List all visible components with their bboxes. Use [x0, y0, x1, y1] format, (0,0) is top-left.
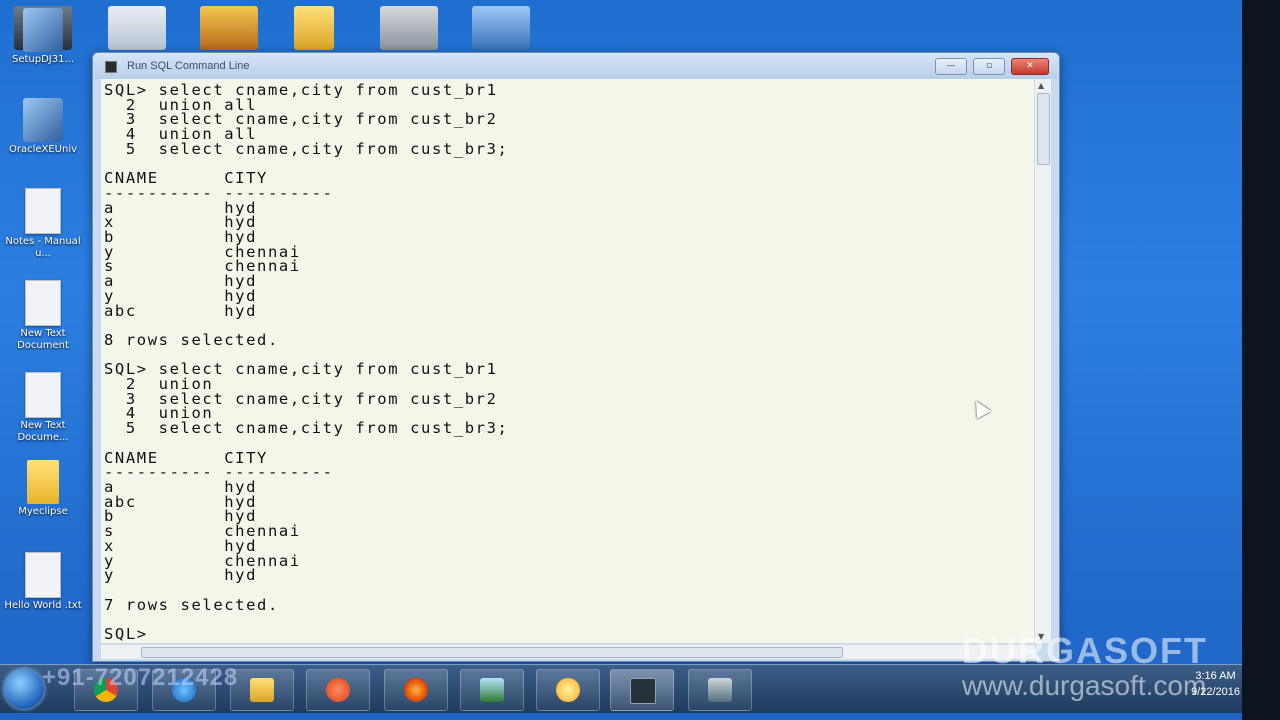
- desktop-icon-label: Myeclipse: [18, 506, 68, 517]
- desktop-icon-myeclipse[interactable]: Myeclipse: [0, 460, 86, 518]
- folder-icon[interactable]: [294, 6, 334, 50]
- desktop-icon-hello-world[interactable]: Hello World .txt: [0, 552, 86, 612]
- desktop-icon-label: Notes - Manual u...: [5, 236, 81, 259]
- text-document-icon: [25, 552, 61, 598]
- desktop-icon-label: OracleXEUniv: [8, 144, 78, 155]
- document-icon[interactable]: [108, 6, 166, 50]
- console-text: SQL> select cname,city from cust_br1 2 u…: [104, 81, 509, 643]
- taskbar-firefox[interactable]: [384, 669, 448, 711]
- text-document-icon: [25, 372, 61, 418]
- start-button[interactable]: [4, 669, 44, 709]
- taskbar-sun-app[interactable]: [536, 669, 600, 711]
- desktop-icon-label: New Text Document: [17, 328, 69, 351]
- desktop-icon-oraclexe[interactable]: OracleXEUniv: [0, 98, 86, 156]
- vertical-scroll-thumb[interactable]: [1037, 93, 1050, 165]
- desktop-icon-label: Hello World .txt: [4, 600, 82, 611]
- network-admin-icon: [708, 678, 732, 702]
- watermark-site: www.durgasoft.com: [962, 670, 1207, 701]
- close-button[interactable]: ✕: [1011, 58, 1049, 75]
- folder-icon: [27, 460, 59, 504]
- tomcat-icon[interactable]: [200, 6, 258, 50]
- desktop-icon-label: SetupDJ31...: [11, 54, 75, 65]
- desktop-icon-new-text-2[interactable]: New Text Docume...: [0, 372, 86, 444]
- checklist-icon: [480, 678, 504, 702]
- oracle-installer-icon: [23, 98, 63, 142]
- phone-overlay: +91-7207212428: [42, 664, 239, 691]
- network-icon[interactable]: [472, 6, 530, 50]
- desktop-icon-label: New Text Docume...: [17, 420, 69, 443]
- desktop-icon-new-text-1[interactable]: New Text Document: [0, 280, 86, 352]
- oracle-xe-icon[interactable]: [380, 6, 438, 50]
- maximize-button[interactable]: ▫: [973, 58, 1005, 75]
- screen-bezel: [1242, 0, 1280, 720]
- text-document-icon: [25, 280, 61, 326]
- taskbar-media-player[interactable]: [306, 669, 370, 711]
- taskbar-sql-command-line[interactable]: [610, 669, 674, 711]
- taskbar-explorer[interactable]: [230, 669, 294, 711]
- vertical-scrollbar[interactable]: ▲ ▼: [1034, 79, 1051, 643]
- setup-icon: [23, 8, 63, 52]
- console-icon: [105, 61, 117, 73]
- media-player-icon: [326, 678, 350, 702]
- horizontal-scroll-thumb[interactable]: [141, 647, 843, 658]
- desktop-icon-notes[interactable]: Notes - Manual u...: [0, 188, 86, 260]
- console-output[interactable]: SQL> select cname,city from cust_br1 2 u…: [101, 79, 1035, 643]
- sql-command-line-window[interactable]: Run SQL Command Line — ▫ ✕ SQL> select c…: [92, 52, 1060, 662]
- firefox-icon: [404, 678, 428, 702]
- taskbar-network-admin[interactable]: [688, 669, 752, 711]
- scroll-up-icon[interactable]: ▲: [1038, 81, 1044, 90]
- sun-app-icon: [556, 678, 580, 702]
- document-icon: [25, 188, 61, 234]
- window-title: Run SQL Command Line: [127, 60, 250, 72]
- minimize-button[interactable]: —: [935, 58, 967, 75]
- explorer-icon: [250, 678, 274, 702]
- sql-command-line-icon: [630, 678, 656, 704]
- window-titlebar[interactable]: Run SQL Command Line — ▫ ✕: [93, 53, 1059, 79]
- taskbar-checklist[interactable]: [460, 669, 524, 711]
- desktop-icon-setup[interactable]: SetupDJ31...: [0, 8, 86, 66]
- horizontal-scrollbar[interactable]: [101, 644, 1035, 659]
